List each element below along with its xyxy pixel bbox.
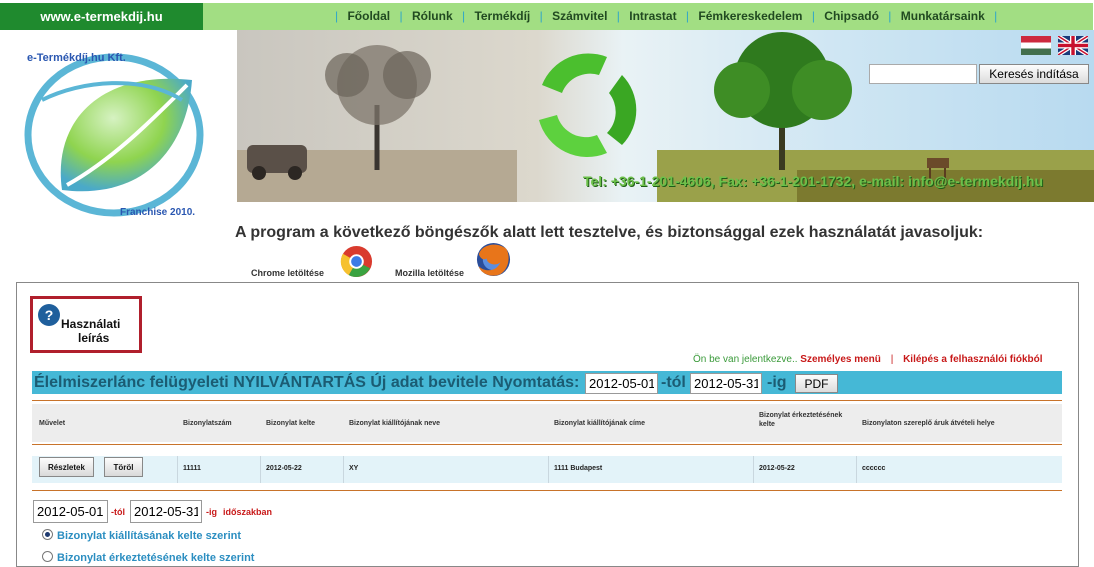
personal-menu-link[interactable]: Személyes menü <box>800 354 881 365</box>
nav-separator: | <box>888 9 892 23</box>
divider <box>32 444 1062 445</box>
column-header-place: Bizonylaton szereplő áruk átvételi helye <box>862 420 995 427</box>
delete-button[interactable]: Töröl <box>104 457 143 477</box>
nav-link-intrastat[interactable]: Intrastat <box>629 9 676 23</box>
column-header-date: Bizonylat kelte <box>266 420 316 427</box>
header-banner: Tel: +36-1-201-4606, Fax: +36-1-201-1732… <box>237 30 1094 202</box>
nav-link-metal-trade[interactable]: Fémkereskedelem <box>698 9 802 23</box>
nav-link-product-fee[interactable]: Termékdíj <box>474 9 530 23</box>
language-switcher <box>1021 36 1089 55</box>
logo-company-name: e-Termékdíj.hu Kft. <box>27 52 126 64</box>
column-header-action: Művelet <box>39 420 66 427</box>
cell-number: 11111 <box>183 465 201 472</box>
print-date-from-input[interactable] <box>585 373 658 394</box>
period-to-suffix: -ig <box>206 507 217 517</box>
login-status-text: Ön be van jelentkezve.. <box>693 354 798 365</box>
nav-link-staff[interactable]: Munkatársaink <box>901 9 985 23</box>
details-button[interactable]: Részletek <box>39 457 94 477</box>
cell-date: 2012-05-22 <box>266 465 302 472</box>
page-title: Élelmiszerlánc felügyeleti NYILVÁNTARTÁS… <box>34 374 580 391</box>
records-table: Művelet Bizonylatszám Bizonylat kelte Bi… <box>32 402 1062 483</box>
column-separator <box>856 456 857 483</box>
nav-separator: | <box>539 9 543 23</box>
column-separator <box>753 456 754 483</box>
title-bar: Élelmiszerlánc felügyeleti NYILVÁNTARTÁS… <box>32 371 1062 394</box>
nav-link-chip-tax[interactable]: Chipsadó <box>824 9 879 23</box>
period-suffix: időszakban <box>223 507 273 517</box>
nav-separator: | <box>616 9 620 23</box>
top-navigation: | Főoldal | Rólunk | Termékdíj | Számvit… <box>203 3 1093 30</box>
nav-separator: | <box>685 9 690 23</box>
column-separator <box>343 456 344 483</box>
question-mark-icon: ? <box>38 304 60 326</box>
help-button[interactable]: ? Használati leírás <box>30 296 142 353</box>
nav-link-accounting[interactable]: Számvitel <box>552 9 607 23</box>
column-header-issuer-name: Bizonylat kiállítójának neve <box>349 420 441 427</box>
search-input[interactable] <box>869 64 977 84</box>
nav-separator: | <box>399 9 403 23</box>
radio-button[interactable] <box>42 551 53 562</box>
cell-issuer-name: XY <box>349 465 359 472</box>
radio-option-issue-date[interactable]: Bizonylat kiállításának kelte szerint <box>42 529 241 542</box>
site-name[interactable]: www.e-termekdij.hu <box>0 3 203 30</box>
nav-separator: | <box>811 9 815 23</box>
radio-option-arrival-date[interactable]: Bizonylat érkeztetésének kelte szerint <box>42 551 254 564</box>
hungarian-flag-icon[interactable] <box>1021 36 1051 55</box>
radio-label: Bizonylat érkeztetésének kelte szerint <box>57 552 255 564</box>
date-from-suffix: -tól <box>661 374 686 391</box>
mozilla-download-label[interactable]: Mozilla letöltése <box>395 268 464 278</box>
link-separator: | <box>890 354 894 365</box>
pdf-button[interactable]: PDF <box>795 374 838 393</box>
column-separator <box>177 456 178 483</box>
help-label: leírás <box>78 331 110 345</box>
date-to-suffix: -ig <box>767 374 787 391</box>
nav-separator: | <box>461 9 466 23</box>
company-logo[interactable] <box>22 40 212 225</box>
period-from-suffix: -tól <box>111 507 125 517</box>
nav-separator: | <box>994 9 998 23</box>
search-button[interactable]: Keresés indítása <box>979 64 1089 84</box>
column-header-issuer-address: Bizonylat kiállítójának címe <box>554 420 646 427</box>
browser-notice: A program a következő böngészők alatt le… <box>235 224 984 241</box>
logo-franchise-text: Franchise 2010. <box>120 207 196 218</box>
column-separator <box>260 456 261 483</box>
column-separator <box>548 456 549 483</box>
divider <box>32 490 1062 491</box>
column-header-number: Bizonylatszám <box>183 420 232 427</box>
logout-link[interactable]: Kilépés a felhasználói fiókból <box>903 354 1042 365</box>
divider <box>32 400 1062 401</box>
table-row: Részletek Töröl 11111 2012-05-22 XY 1111… <box>32 456 1062 483</box>
cell-arrival-date: 2012-05-22 <box>759 465 795 472</box>
period-to-input[interactable] <box>130 500 202 523</box>
firefox-icon[interactable] <box>475 241 512 278</box>
period-from-input[interactable] <box>33 500 108 523</box>
nav-separator: | <box>335 9 339 23</box>
english-flag-icon[interactable] <box>1058 36 1089 55</box>
column-header-arrival-date: Bizonylat érkeztetésének kelte <box>759 412 843 428</box>
cell-issuer-address: 1111 Budapest <box>554 465 603 472</box>
nav-link-about[interactable]: Rólunk <box>412 9 453 23</box>
chrome-download-label[interactable]: Chrome letöltése <box>251 268 324 278</box>
help-label: Használati <box>61 317 121 331</box>
print-date-to-input[interactable] <box>690 373 762 394</box>
radio-label: Bizonylat kiállításának kelte szerint <box>57 530 242 542</box>
cell-place: cccccc <box>862 465 886 472</box>
radio-button[interactable] <box>42 529 53 540</box>
table-header: Művelet Bizonylatszám Bizonylat kelte Bi… <box>32 404 1062 442</box>
chrome-icon[interactable] <box>340 245 373 278</box>
svg-text:?: ? <box>45 307 54 323</box>
nav-link-home[interactable]: Főoldal <box>347 9 390 23</box>
login-status: Ön be van jelentkezve.. Személyes menü |… <box>693 354 1043 365</box>
banner-contact-info: Tel: +36-1-201-4606, Fax: +36-1-201-1732… <box>583 173 1044 189</box>
